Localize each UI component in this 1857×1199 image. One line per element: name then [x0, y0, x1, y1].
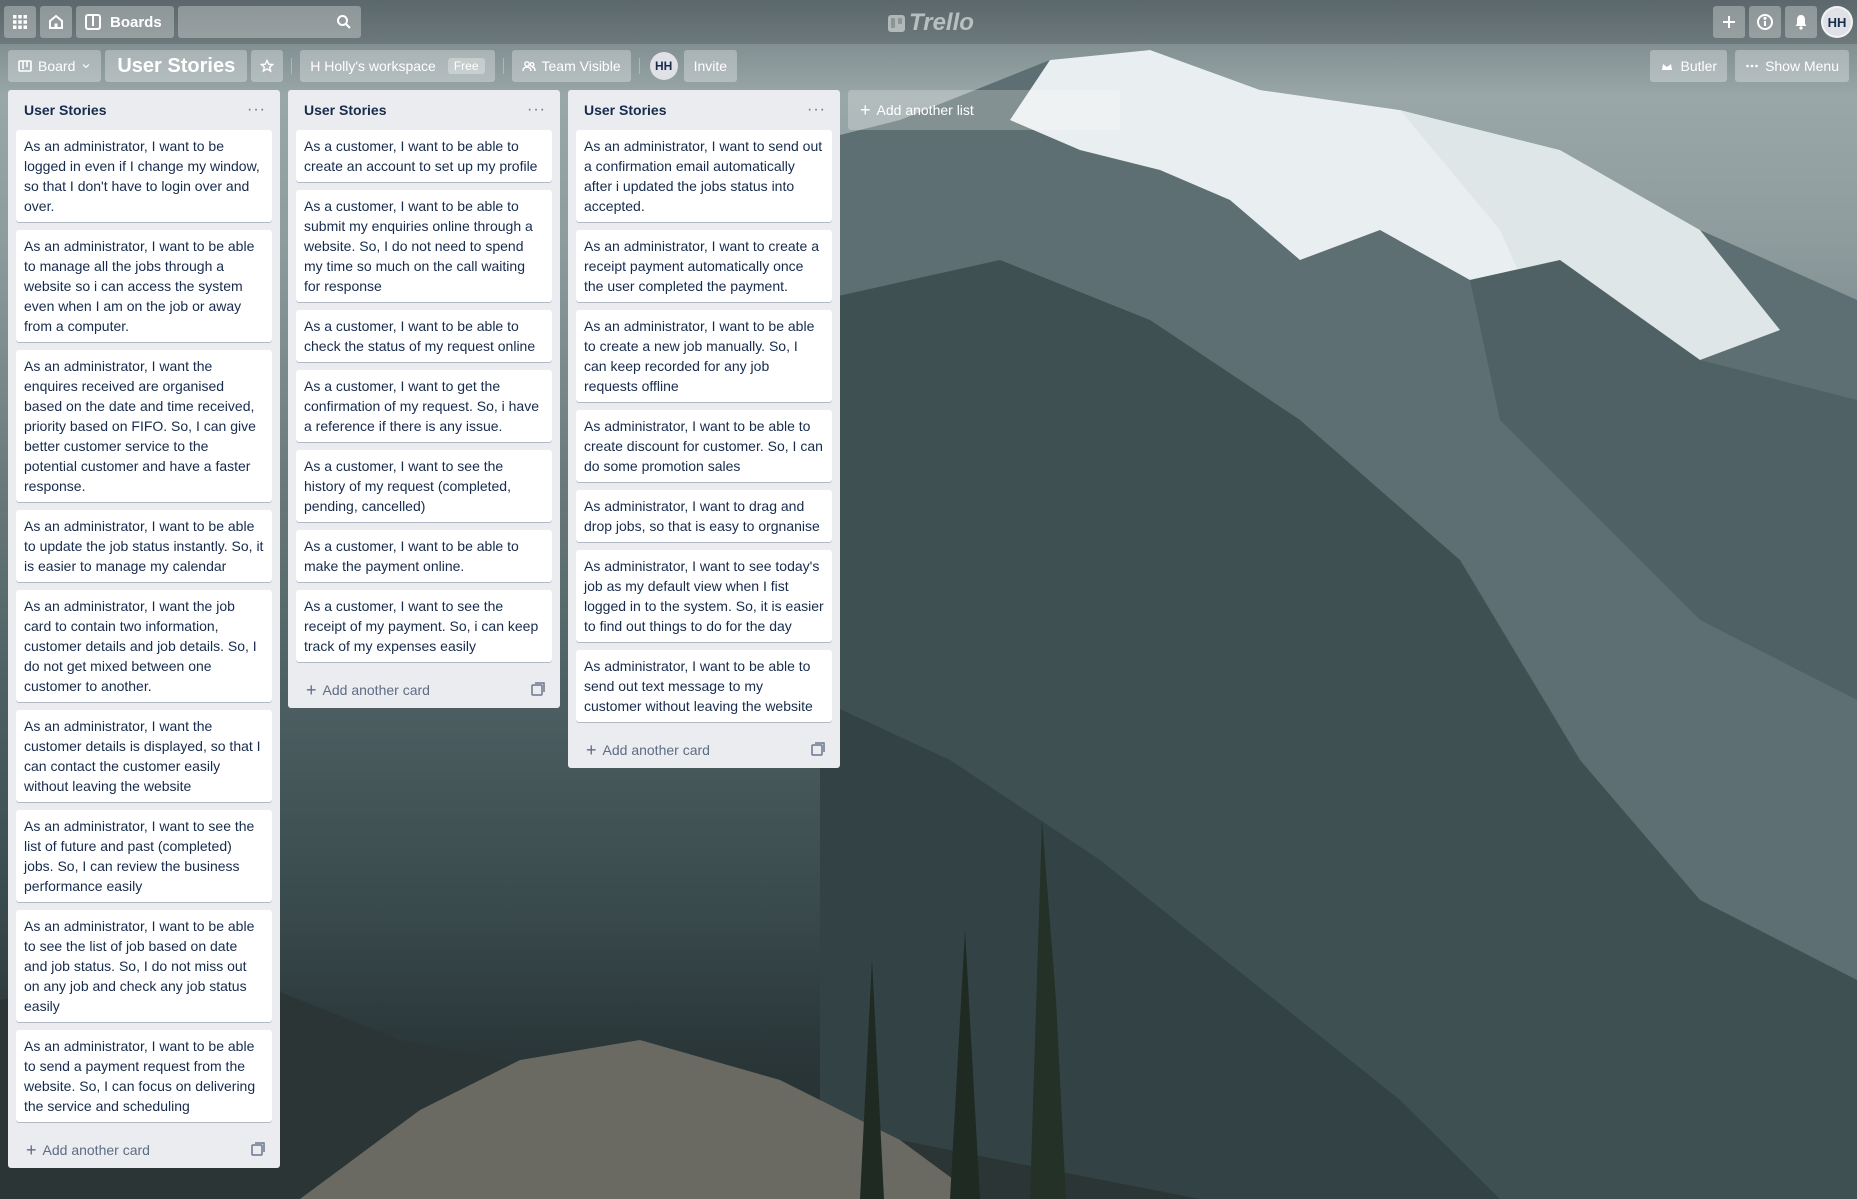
header-divider: [638, 58, 640, 74]
board-title[interactable]: User Stories: [105, 50, 248, 82]
list-header: User Stories ···: [576, 90, 832, 130]
template-icon[interactable]: [810, 741, 826, 757]
card[interactable]: As an administrator, I want the customer…: [16, 710, 272, 802]
list-header: User Stories ···: [296, 90, 552, 130]
logo-text: Trello: [909, 9, 974, 36]
board-icon: [18, 60, 32, 72]
card[interactable]: As a customer, I want to see the receipt…: [296, 590, 552, 662]
boards-label: Boards: [110, 13, 162, 31]
list-title[interactable]: User Stories: [24, 102, 106, 118]
card[interactable]: As a customer, I want to get the confirm…: [296, 370, 552, 442]
chevron-down-icon: [83, 64, 90, 69]
card[interactable]: As an administrator, I want the enquires…: [16, 350, 272, 502]
trello-logo-icon: [888, 14, 905, 32]
create-button[interactable]: [1713, 6, 1745, 38]
butler-label: Butler: [1680, 58, 1718, 74]
bell-icon: [1795, 15, 1807, 30]
workspace-button[interactable]: H Holly's workspace Free: [300, 50, 495, 82]
board-header: Board User Stories H Holly's workspace F…: [0, 48, 1857, 84]
add-card-label: Add another card: [322, 681, 430, 698]
visibility-button[interactable]: Team Visible: [511, 50, 631, 82]
grid-icon: [13, 15, 27, 29]
card[interactable]: As administrator, I want to drag and dro…: [576, 490, 832, 542]
card[interactable]: As a customer, I want to see the history…: [296, 450, 552, 522]
plus-icon: +: [306, 679, 317, 700]
boards-button[interactable]: Boards: [76, 6, 174, 38]
card[interactable]: As an administrator, I want to be able t…: [16, 510, 272, 582]
header-right: Butler Show Menu: [1650, 50, 1849, 82]
search-icon: [336, 15, 351, 29]
invite-label: Invite: [693, 58, 728, 74]
team-icon: [521, 61, 536, 72]
member-avatar[interactable]: HH: [649, 52, 678, 80]
header-divider: [291, 58, 293, 74]
card[interactable]: As an administrator, I want to be able t…: [16, 1030, 272, 1122]
template-icon[interactable]: [530, 681, 546, 697]
card[interactable]: As a customer, I want to be able to make…: [296, 530, 552, 582]
plus-icon: [1723, 16, 1735, 28]
visibility-label: Team Visible: [541, 58, 621, 74]
card[interactable]: As an administrator, I want to be able t…: [16, 230, 272, 342]
card[interactable]: As administrator, I want to see today's …: [576, 550, 832, 642]
list-header: User Stories ···: [16, 90, 272, 130]
card[interactable]: As an administrator, I want to be able t…: [576, 310, 832, 402]
trello-logo[interactable]: Trello: [888, 9, 974, 37]
show-menu-label: Show Menu: [1765, 58, 1839, 74]
add-card-button[interactable]: + Add another card: [576, 730, 832, 768]
right-nav: HH: [1713, 6, 1853, 38]
plus-icon: +: [860, 99, 871, 120]
home-icon: [49, 14, 63, 29]
add-card-button[interactable]: + Add another card: [16, 1130, 272, 1168]
card[interactable]: As an administrator, I want to be able t…: [16, 910, 272, 1022]
add-card-label: Add another card: [602, 741, 710, 758]
user-avatar[interactable]: HH: [1821, 6, 1853, 38]
butler-icon: [1662, 64, 1673, 70]
star-icon: [260, 59, 275, 73]
card[interactable]: As a customer, I want to be able to chec…: [296, 310, 552, 362]
board-icon: [85, 14, 101, 30]
card[interactable]: As an administrator, I want to see the l…: [16, 810, 272, 902]
list-menu-icon[interactable]: ···: [807, 102, 826, 118]
card[interactable]: As administrator, I want to be able to c…: [576, 410, 832, 482]
card[interactable]: As an administrator, I want to create a …: [576, 230, 832, 302]
list: User Stories ··· As an administrator, I …: [568, 90, 840, 768]
info-icon: [1757, 14, 1773, 30]
list: User Stories ··· As a customer, I want t…: [288, 90, 560, 708]
list-title[interactable]: User Stories: [304, 102, 386, 118]
star-button[interactable]: [251, 50, 284, 82]
list-title[interactable]: User Stories: [584, 102, 666, 118]
info-button[interactable]: [1749, 6, 1781, 38]
invite-button[interactable]: Invite: [683, 50, 738, 82]
template-icon[interactable]: [250, 1141, 266, 1157]
add-card-label: Add another card: [42, 1141, 150, 1158]
apps-button[interactable]: [4, 6, 36, 38]
workspace-label: H Holly's workspace: [310, 58, 436, 74]
plus-icon: +: [26, 1139, 37, 1160]
card[interactable]: As a customer, I want to be able to subm…: [296, 190, 552, 302]
header-divider: [502, 58, 504, 74]
more-icon: [1746, 64, 1758, 68]
plan-badge: Free: [447, 58, 485, 74]
card[interactable]: As an administrator, I want to send out …: [576, 130, 832, 222]
add-card-button[interactable]: + Add another card: [296, 670, 552, 708]
add-list-label: Add another list: [876, 102, 974, 118]
list: User Stories ··· As an administrator, I …: [8, 90, 280, 1168]
board-view-switcher[interactable]: Board: [8, 50, 102, 82]
plus-icon: +: [586, 739, 597, 760]
card[interactable]: As an administrator, I want the job card…: [16, 590, 272, 702]
card[interactable]: As administrator, I want to be able to s…: [576, 650, 832, 722]
board-view-label: Board: [38, 58, 76, 74]
show-menu-button[interactable]: Show Menu: [1735, 50, 1849, 82]
home-button[interactable]: [40, 6, 72, 38]
notifications-button[interactable]: [1785, 6, 1817, 38]
card[interactable]: As an administrator, I want to be logged…: [16, 130, 272, 222]
list-menu-icon[interactable]: ···: [247, 102, 266, 118]
butler-button[interactable]: Butler: [1650, 50, 1728, 82]
list-menu-icon[interactable]: ···: [527, 102, 546, 118]
top-nav-bar: Boards Trello HH: [0, 0, 1857, 44]
search-input[interactable]: [177, 6, 361, 38]
card[interactable]: As a customer, I want to be able to crea…: [296, 130, 552, 182]
add-list-button[interactable]: + Add another list: [848, 90, 1120, 130]
